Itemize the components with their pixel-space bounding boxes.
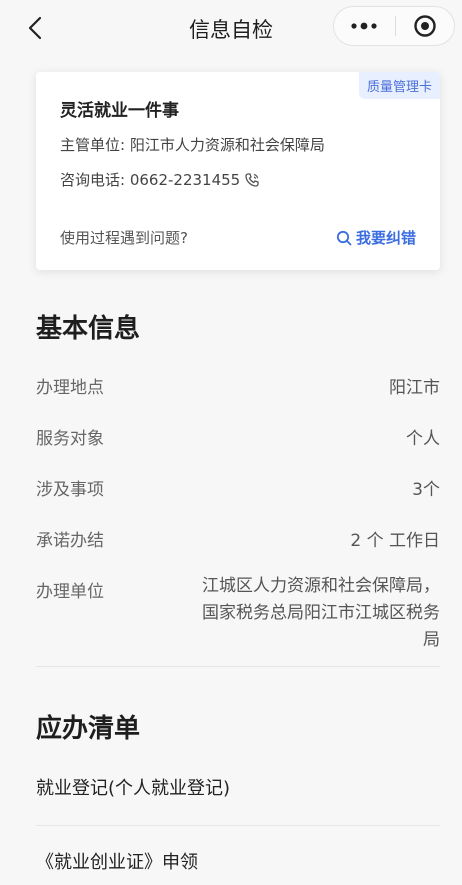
checklist-heading: 应办清单 bbox=[36, 714, 141, 744]
handling-unit-label: 办理单位 bbox=[36, 582, 104, 602]
service-target-value: 个人 bbox=[406, 429, 440, 449]
list-divider bbox=[36, 825, 440, 826]
phone-row[interactable]: 咨询电话: 0662-2231455 bbox=[60, 169, 260, 190]
report-error-label: 我要纠错 bbox=[355, 229, 416, 247]
items-count-value: 3个 bbox=[412, 480, 440, 500]
nav-bar: 信息自检 bbox=[0, 0, 462, 56]
quality-management-card: 质量管理卡 灵活就业一件事 主管单位: 阳江市人力资源和社会保障局 咨询电话: … bbox=[36, 72, 440, 270]
close-target-icon bbox=[414, 15, 436, 37]
more-button[interactable] bbox=[334, 7, 394, 45]
checklist-item-employment-certificate[interactable]: 《就业创业证》申领 bbox=[36, 848, 198, 874]
more-dots-icon bbox=[351, 22, 377, 30]
problem-prompt: 使用过程遇到问题? bbox=[60, 229, 188, 247]
service-title: 灵活就业一件事 bbox=[60, 101, 179, 121]
mini-program-capsule bbox=[333, 6, 455, 46]
service-target-label: 服务对象 bbox=[36, 429, 104, 449]
handling-unit-value: 江城区人力资源和社会保障局，国家税务总局阳江市江城区税务局 bbox=[202, 576, 440, 650]
phone-text: 咨询电话: 0662-2231455 bbox=[60, 171, 241, 189]
commitment-value: 2 个 工作日 bbox=[350, 531, 440, 551]
report-error-button[interactable]: 我要纠错 bbox=[336, 227, 416, 248]
commitment-label: 承诺办结 bbox=[36, 531, 104, 551]
department-text: 主管单位: 阳江市人力资源和社会保障局 bbox=[60, 136, 325, 154]
phone-icon bbox=[245, 172, 259, 187]
section-divider bbox=[36, 666, 440, 667]
items-count-label: 涉及事项 bbox=[36, 480, 104, 500]
close-button[interactable] bbox=[396, 7, 454, 45]
location-label: 办理地点 bbox=[36, 378, 104, 398]
quality-card-badge: 质量管理卡 bbox=[358, 72, 440, 99]
basic-info-heading: 基本信息 bbox=[36, 314, 141, 344]
search-icon bbox=[336, 230, 352, 245]
checklist-item-employment-registration[interactable]: 就业登记(个人就业登记) bbox=[36, 774, 230, 800]
location-value: 阳江市 bbox=[389, 378, 440, 398]
